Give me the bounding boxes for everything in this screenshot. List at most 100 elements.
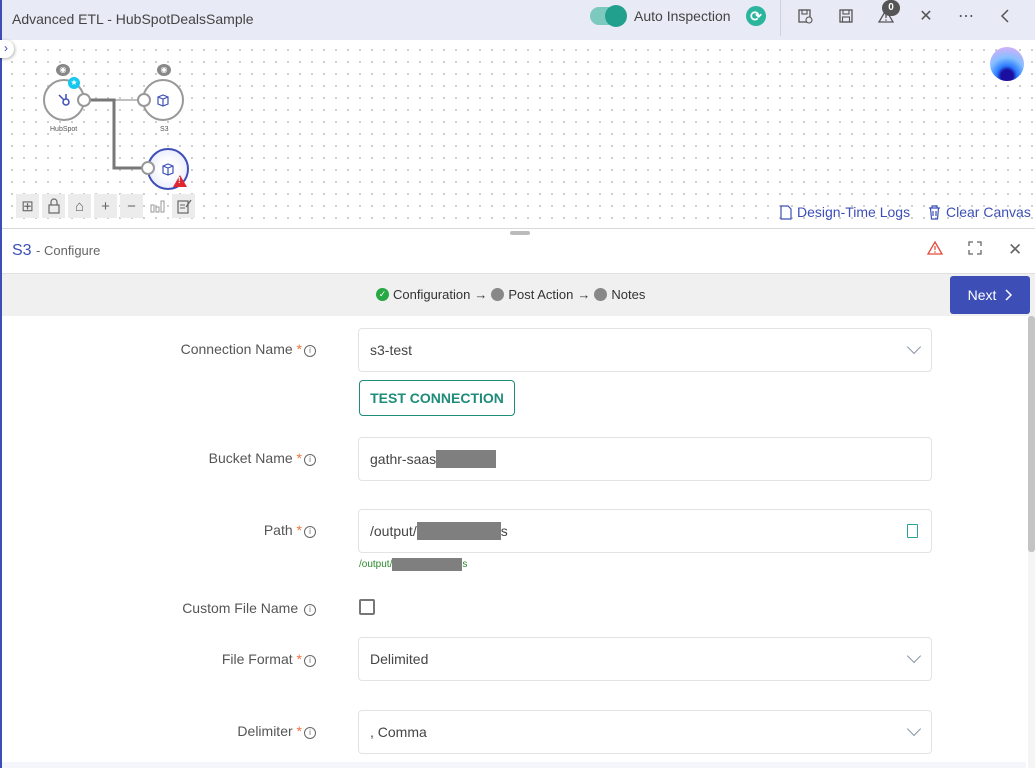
star-badge-icon: ★ <box>68 77 80 89</box>
file-format-select[interactable]: Delimited <box>358 637 932 681</box>
pipeline-title: Advanced ETL - HubSpotDealsSample <box>12 11 254 27</box>
component-name: S3 <box>12 242 32 259</box>
preview-eye-icon[interactable]: ◉ <box>157 64 171 76</box>
clear-canvas-link[interactable]: Clear Canvas <box>928 204 1031 220</box>
info-icon[interactable]: i <box>304 727 316 739</box>
warnings-count-badge: 0 <box>882 0 900 16</box>
path-preview: /output/s <box>359 558 468 571</box>
configuration-form: Connection Name * i s3-test TEST CONNECTI… <box>2 316 1026 768</box>
info-icon[interactable]: i <box>304 604 316 616</box>
connection-name-select[interactable]: s3-test <box>358 328 932 372</box>
collapse-left-icon[interactable] <box>993 5 1017 27</box>
panel-subtitle: - Configure <box>36 243 101 258</box>
custom-file-name-checkbox[interactable] <box>359 599 375 615</box>
step-post-action[interactable]: Post Action <box>508 287 573 302</box>
configure-panel-header: S3 - Configure ✕ <box>2 236 1035 272</box>
design-time-logs-link[interactable]: Design-Time Logs <box>780 204 910 220</box>
step-arrow: → <box>577 287 591 302</box>
step-pending-icon <box>491 288 505 301</box>
redacted-text <box>436 450 497 468</box>
step-bar: ✓ Configuration → Post Action → Notes Ne… <box>2 273 1035 316</box>
chevron-down-icon <box>906 339 922 355</box>
step-notes[interactable]: Notes <box>611 287 645 302</box>
save-icon[interactable] <box>834 5 858 27</box>
close-icon[interactable]: ✕ <box>914 5 938 27</box>
chevron-right-icon <box>1005 289 1013 301</box>
trash-icon <box>929 204 940 220</box>
connection-name-label: Connection Name * i <box>181 341 316 357</box>
step-indicator: ✓ Configuration → Post Action → Notes <box>376 287 645 302</box>
auto-inspection-label: Auto Inspection <box>634 8 731 24</box>
pipeline-canvas[interactable]: › ◉ ★ HubSpot ◉ S3 ! ⊞ ⌂ + − Design-Time… <box>0 40 1035 228</box>
node-label: S3 <box>160 126 169 133</box>
validation-warning-icon[interactable] <box>926 240 944 261</box>
grid-icon[interactable]: ⊞ <box>16 194 39 218</box>
node-label: HubSpot <box>50 126 78 133</box>
step-complete-icon: ✓ <box>376 288 389 301</box>
preview-eye-icon[interactable]: ◉ <box>56 64 70 76</box>
redacted-text <box>392 558 463 571</box>
path-input[interactable]: /output/s <box>358 509 932 553</box>
toolbar-divider <box>780 0 781 36</box>
chevron-down-icon <box>906 648 922 664</box>
delimiter-value: , Comma <box>370 724 427 740</box>
assistant-orb-icon[interactable] <box>990 47 1024 81</box>
bottom-strip <box>2 762 1026 768</box>
home-icon[interactable]: ⌂ <box>68 194 91 218</box>
delimiter-select[interactable]: , Comma <box>358 710 932 754</box>
connection-name-value: s3-test <box>370 342 413 358</box>
file-format-value: Delimited <box>370 651 429 667</box>
auto-inspection-toggle[interactable] <box>590 5 627 27</box>
top-bar: Advanced ETL - HubSpotDealsSample Auto I… <box>2 0 1035 40</box>
path-value-suffix: s <box>500 523 508 539</box>
edge-hubspot-s3-selected <box>90 98 144 170</box>
close-panel-icon[interactable]: ✕ <box>1008 240 1022 260</box>
more-icon[interactable]: ⋯ <box>954 5 978 27</box>
refresh-icon[interactable]: ⟳ <box>746 6 766 26</box>
chevron-down-icon <box>906 721 922 737</box>
zoom-in-icon[interactable]: + <box>94 194 117 218</box>
scrollbar-thumb[interactable] <box>1028 316 1035 552</box>
step-arrow: → <box>474 287 488 302</box>
test-connection-button[interactable]: TEST CONNECTION <box>359 380 515 416</box>
zoom-out-icon[interactable]: − <box>120 194 143 218</box>
step-configuration[interactable]: Configuration <box>393 287 470 302</box>
bucket-name-label: Bucket Name * i <box>209 450 316 466</box>
chart-icon[interactable] <box>146 194 169 218</box>
redacted-text <box>416 522 501 540</box>
panel-divider <box>2 228 1035 229</box>
resize-handle[interactable] <box>510 231 530 235</box>
info-icon[interactable]: i <box>304 526 316 538</box>
file-format-label: File Format * i <box>222 651 316 667</box>
document-icon <box>780 204 792 220</box>
input-port[interactable] <box>137 93 151 107</box>
info-icon[interactable]: i <box>304 345 316 357</box>
maximize-icon[interactable] <box>967 240 983 261</box>
path-value-prefix: /output/ <box>370 523 417 539</box>
bucket-name-value: gathr-saas <box>370 451 437 467</box>
input-port[interactable] <box>141 161 155 175</box>
canvas-toolbar: ⊞ ⌂ + − <box>16 194 195 218</box>
step-pending-icon <box>594 288 608 301</box>
browse-file-icon[interactable] <box>907 524 918 538</box>
cube-icon <box>157 94 169 107</box>
panel-title: S3 - Configure <box>12 242 100 260</box>
error-badge-icon: ! <box>173 175 187 187</box>
design-time-logs-label: Design-Time Logs <box>797 204 911 220</box>
clear-canvas-label: Clear Canvas <box>946 204 1031 220</box>
app-window: Advanced ETL - HubSpotDealsSample Auto I… <box>0 0 1035 768</box>
next-label: Next <box>967 287 997 303</box>
save-as-icon[interactable] <box>793 5 817 27</box>
path-label: Path * i <box>264 522 316 538</box>
next-button[interactable]: Next <box>950 276 1030 314</box>
info-icon[interactable]: i <box>304 454 316 466</box>
lock-icon[interactable] <box>42 194 65 218</box>
delimiter-label: Delimiter * i <box>237 723 316 739</box>
output-port[interactable] <box>77 93 91 107</box>
hubspot-icon <box>58 94 70 106</box>
bucket-name-input[interactable]: gathr-saas <box>358 437 932 481</box>
info-icon[interactable]: i <box>304 655 316 667</box>
toggle-knob <box>605 5 627 27</box>
form-scrollbar[interactable] <box>1028 316 1035 768</box>
notes-icon[interactable] <box>172 194 195 218</box>
